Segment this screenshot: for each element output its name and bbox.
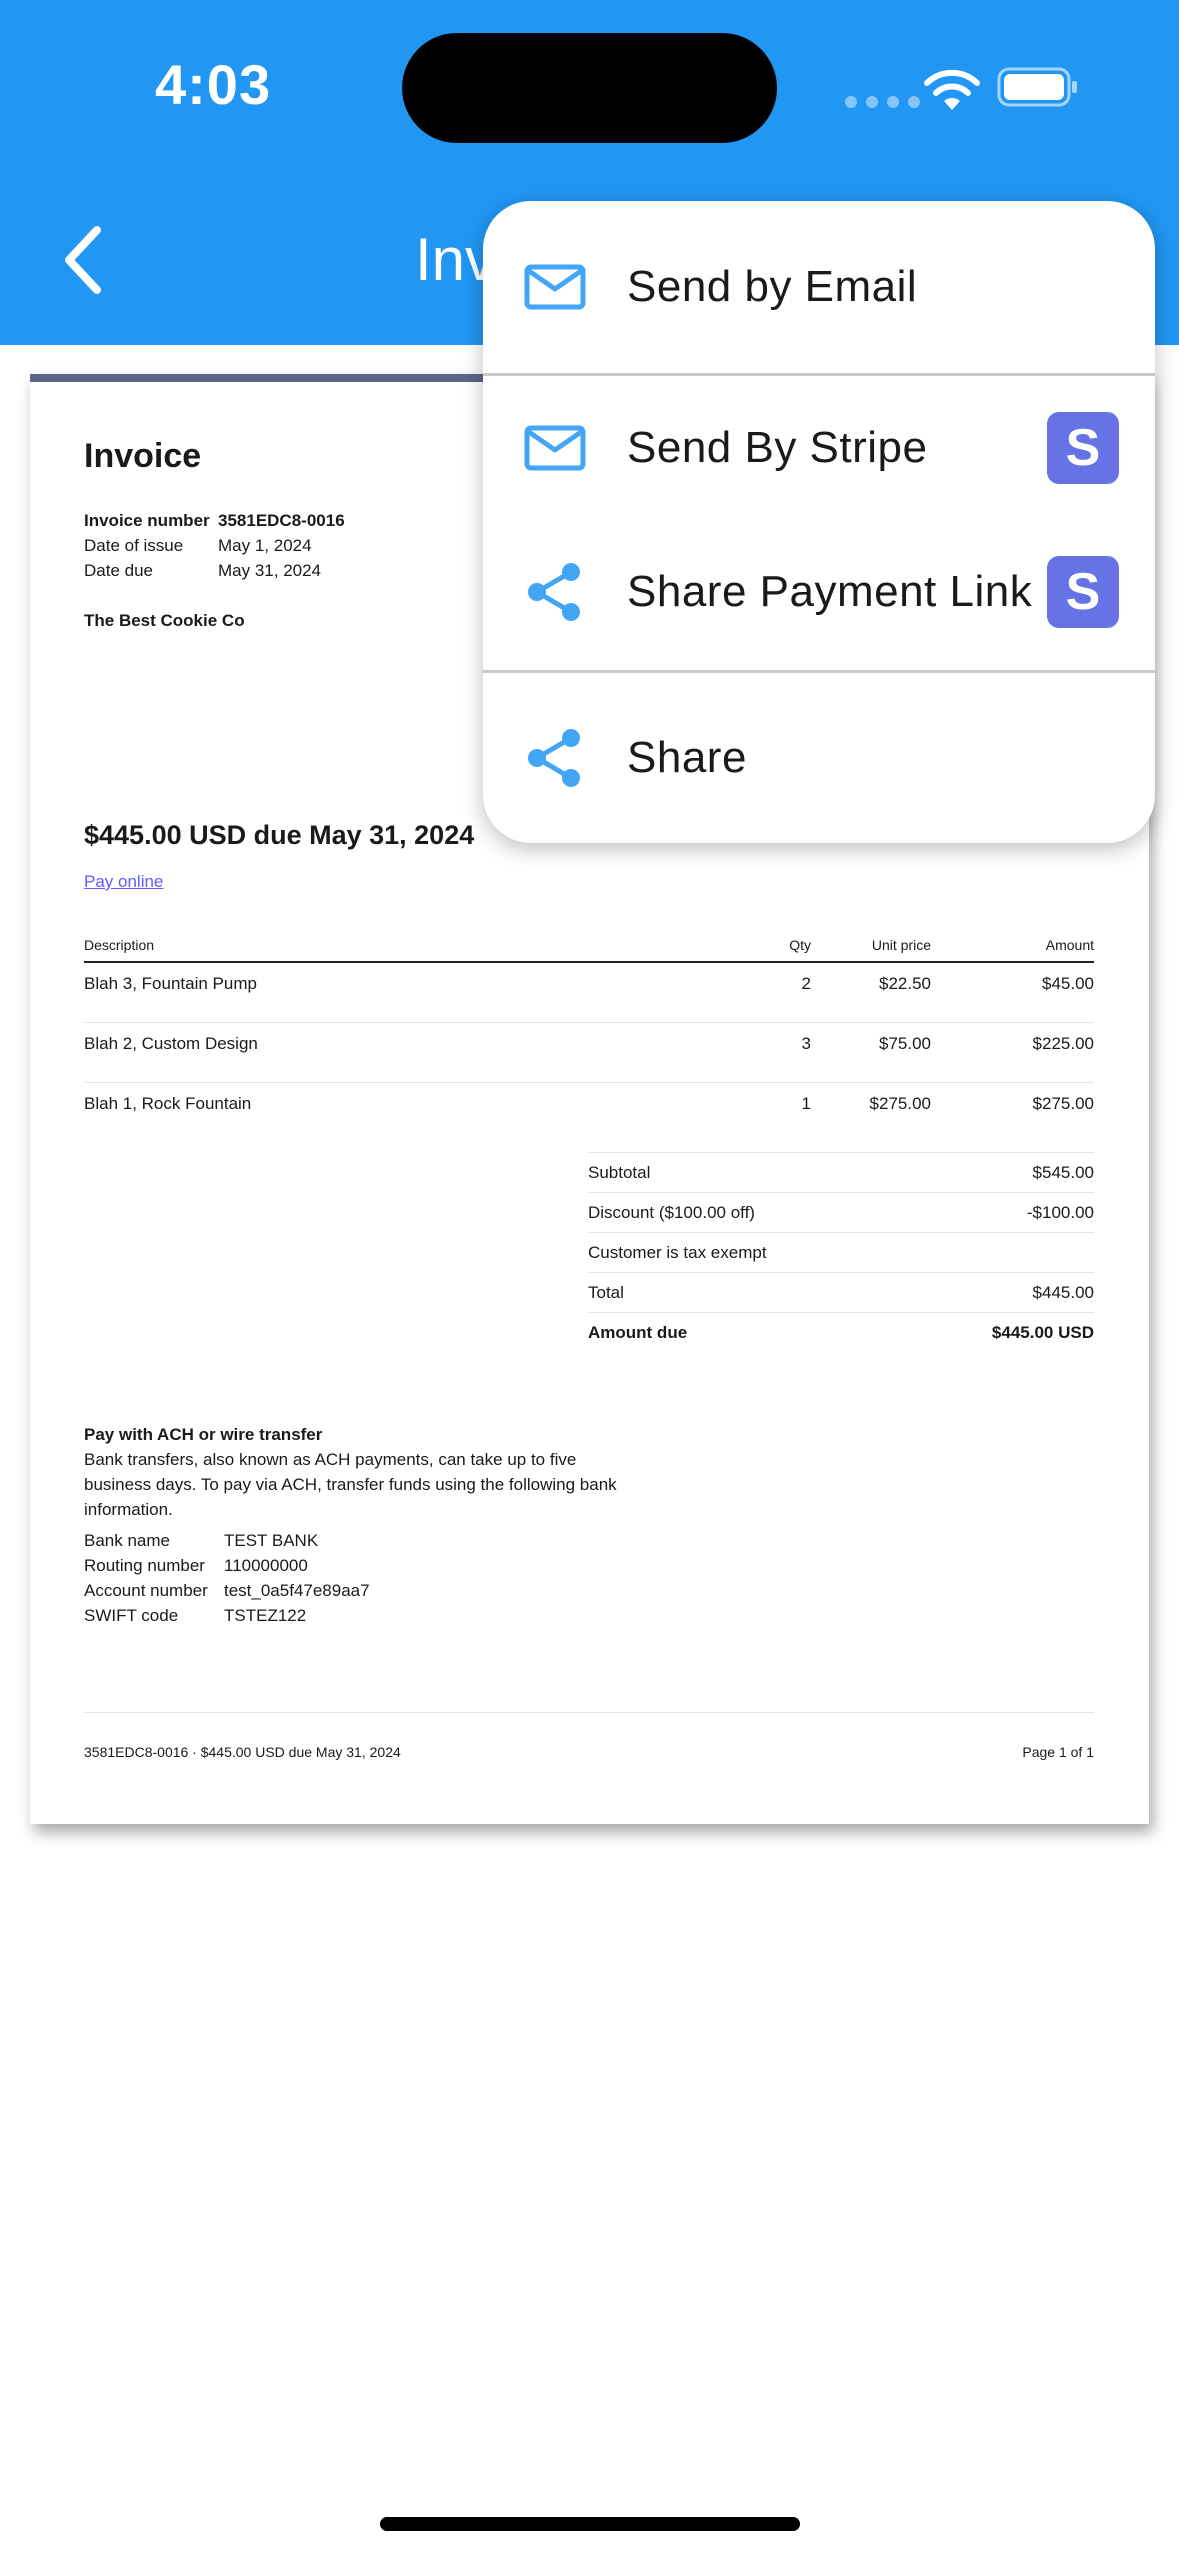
amount-due-heading: $445.00 USD due May 31, 2024 xyxy=(84,820,475,850)
menu-item-share-payment-link[interactable]: Share Payment Link S xyxy=(483,520,1155,664)
totals-section: Subtotal $545.00 Discount ($100.00 off) -$… xyxy=(588,1152,1094,1352)
cell-qty: 2 xyxy=(801,974,811,993)
meta-label: Invoice number xyxy=(84,511,210,530)
footer-summary: 3581EDC8-0016 · $445.00 USD due May 31, … xyxy=(84,1744,401,1760)
pay-online-link[interactable]: Pay online xyxy=(84,872,163,892)
wifi-icon xyxy=(924,69,980,110)
meta-value: May 1, 2024 xyxy=(218,536,312,555)
dynamic-island xyxy=(402,33,777,143)
table-row: Blah 3, Fountain Pump 2 $22.50 $45.00 xyxy=(84,963,1094,1023)
totals-row: Total $445.00 xyxy=(588,1272,1094,1312)
page-number: Page 1 of 1 xyxy=(1022,1744,1094,1760)
meta-label: Date of issue xyxy=(84,536,184,555)
table-row: Blah 1, Rock Fountain 1 $275.00 $275.00 xyxy=(84,1083,1094,1143)
totals-value: $545.00 xyxy=(1032,1162,1094,1182)
status-time: 4:03 xyxy=(155,53,272,116)
menu-item-label: Send By Stripe xyxy=(627,423,928,472)
header-description: Description xyxy=(84,937,155,953)
totals-label: Amount due xyxy=(588,1322,688,1342)
bank-label: Account number xyxy=(84,1581,208,1600)
table-row: Blah 2, Custom Design 3 $75.00 $225.00 xyxy=(84,1023,1094,1083)
bank-value: TSTEZ122 xyxy=(224,1606,307,1625)
ach-heading: Pay with ACH or wire transfer xyxy=(84,1425,323,1444)
menu-item-send-email[interactable]: Send by Email xyxy=(483,201,1155,373)
bank-label: Routing number xyxy=(84,1556,205,1575)
menu-item-share[interactable]: Share xyxy=(483,673,1155,843)
totals-value: $445.00 USD xyxy=(991,1322,1094,1342)
totals-label: Subtotal xyxy=(588,1162,651,1182)
header-amount: Amount xyxy=(1045,937,1094,953)
share-menu: Send by Email Send By Stripe S Share Pay… xyxy=(483,201,1155,843)
bank-value: TEST BANK xyxy=(224,1531,319,1550)
invoice-title: Invoice xyxy=(84,437,202,475)
totals-label: Total xyxy=(588,1282,624,1302)
mail-icon xyxy=(524,264,586,310)
totals-row: Customer is tax exempt xyxy=(588,1232,1094,1272)
menu-item-label: Share xyxy=(627,733,747,782)
menu-item-label: Send by Email xyxy=(627,262,918,311)
bank-value: 110000000 xyxy=(224,1556,308,1575)
line-items-table: Description Qty Unit price Amount Blah 3… xyxy=(84,937,1094,1143)
invoice-meta: Invoice number 3581EDC8-0016 Date of issu… xyxy=(84,508,345,583)
cell-amount: $45.00 xyxy=(1042,974,1094,993)
cell-qty: 1 xyxy=(801,1094,811,1113)
totals-value: $445.00 xyxy=(1032,1282,1094,1302)
meta-label: Date due xyxy=(84,561,153,580)
bank-label: Bank name xyxy=(84,1531,170,1550)
stripe-logo-icon: S xyxy=(1047,412,1119,484)
cellular-signal-icon xyxy=(845,96,920,108)
bank-label: SWIFT code xyxy=(84,1606,179,1625)
footer-divider xyxy=(84,1712,1094,1713)
header-qty: Qty xyxy=(789,937,811,953)
ach-body: Bank transfers, also known as ACH paymen… xyxy=(84,1450,617,1519)
menu-item-send-stripe[interactable]: Send By Stripe S xyxy=(483,376,1155,520)
menu-item-label: Share Payment Link xyxy=(627,567,1033,616)
cell-unit-price: $22.50 xyxy=(879,974,931,993)
cell-description: Blah 2, Custom Design xyxy=(84,1034,258,1053)
mail-icon xyxy=(524,425,586,471)
home-indicator[interactable] xyxy=(380,2517,800,2531)
back-chevron-icon[interactable] xyxy=(55,220,115,300)
header-unit-price: Unit price xyxy=(871,937,931,953)
share-icon xyxy=(528,563,580,621)
totals-label: Customer is tax exempt xyxy=(588,1242,767,1262)
bank-value: test_0a5f47e89aa7 xyxy=(224,1581,370,1600)
stripe-logo-icon: S xyxy=(1047,556,1119,628)
meta-value: May 31, 2024 xyxy=(218,561,322,580)
totals-row: Discount ($100.00 off) -$100.00 xyxy=(588,1192,1094,1232)
bank-details: Bank name TEST BANK Routing number 1100000… xyxy=(84,1528,624,1628)
meta-value: 3581EDC8-0016 xyxy=(218,511,345,530)
battery-icon xyxy=(997,67,1077,107)
cell-description: Blah 1, Rock Fountain xyxy=(84,1094,252,1113)
cell-unit-price: $75.00 xyxy=(879,1034,931,1053)
amount-due-row: Amount due $445.00 USD xyxy=(588,1312,1094,1352)
share-icon xyxy=(528,729,580,787)
cell-description: Blah 3, Fountain Pump xyxy=(84,974,257,993)
cell-unit-price: $275.00 xyxy=(869,1094,931,1113)
table-header: Description Qty Unit price Amount xyxy=(84,937,1094,963)
totals-row: Subtotal $545.00 xyxy=(588,1152,1094,1192)
totals-label: Discount ($100.00 off) xyxy=(588,1202,755,1222)
company-name: The Best Cookie Co xyxy=(84,611,245,630)
ach-section: Pay with ACH or wire transfer Bank trans… xyxy=(84,1422,624,1628)
cell-qty: 3 xyxy=(801,1034,811,1053)
totals-value: -$100.00 xyxy=(1026,1202,1094,1222)
cell-amount: $275.00 xyxy=(1032,1094,1094,1113)
cell-amount: $225.00 xyxy=(1032,1034,1094,1053)
